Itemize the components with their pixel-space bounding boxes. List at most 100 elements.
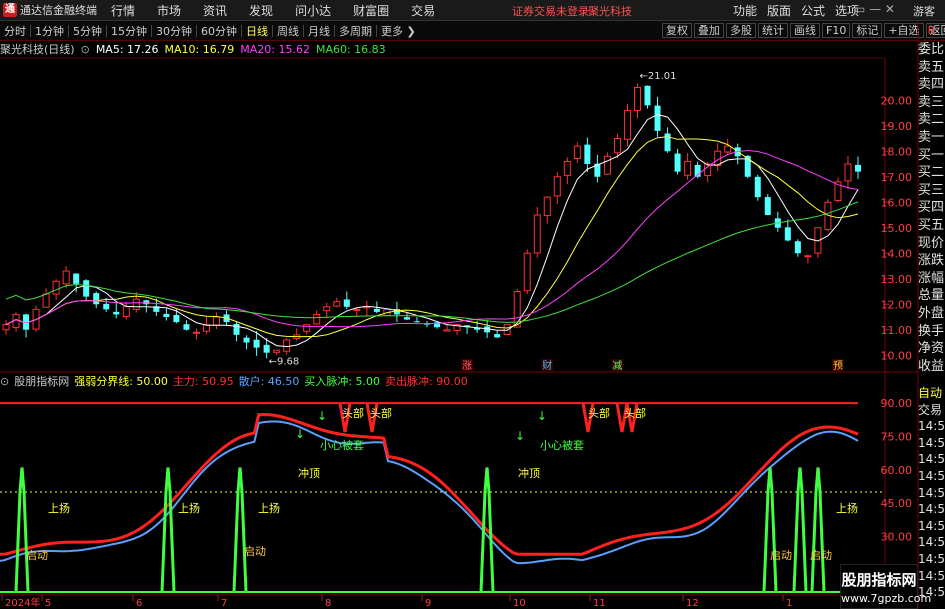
- buy-pulse-spike: [232, 467, 248, 593]
- price-tick-label: 17.00: [881, 171, 913, 184]
- candle-body: [173, 315, 180, 323]
- date-tick-label: 1: [786, 598, 792, 609]
- price-tick-label: 15.00: [881, 222, 913, 235]
- date-tick-label: 2024年: [5, 596, 40, 609]
- rise-label: 上扬: [48, 501, 70, 515]
- candle-body: [603, 155, 611, 175]
- date-tick-label: 10: [513, 598, 526, 609]
- launch-label: 启动: [26, 549, 48, 562]
- candle-body: [533, 214, 541, 254]
- rise-label: 上扬: [178, 501, 200, 515]
- price-tick-label: 13.00: [881, 273, 913, 286]
- candle-body: [333, 301, 341, 307]
- candle-body: [103, 303, 110, 310]
- top-label: 头部: [342, 406, 364, 420]
- candle-body: [854, 164, 862, 172]
- candle-body: [784, 227, 791, 241]
- date-tick-label: 6: [136, 598, 142, 609]
- candle-body: [664, 133, 671, 152]
- down-arrow-icon: ↓: [317, 409, 327, 423]
- candles: [2, 83, 862, 359]
- candle-body: [192, 331, 200, 334]
- indicator-pane: 90.0075.0060.0045.0030.00上扬 上扬 上扬 上扬启动 启动 启动启…: [0, 397, 912, 593]
- price-tick-label: 18.00: [881, 145, 913, 158]
- buy-pulse-spike: [810, 467, 826, 593]
- candle-body: [243, 337, 250, 343]
- candle-body: [403, 317, 410, 320]
- candle-body: [684, 160, 692, 176]
- watermark-url: www.7gpzb.com: [841, 592, 932, 605]
- date-tick-label: 12: [686, 598, 699, 609]
- candle-body: [844, 163, 852, 182]
- candle-body: [674, 153, 681, 172]
- candle-body: [353, 308, 361, 311]
- candle-body: [183, 324, 190, 330]
- candle-body: [73, 273, 80, 284]
- rise-label: 上扬: [836, 501, 858, 515]
- candle-body: [42, 293, 50, 308]
- candle-body: [804, 255, 812, 258]
- event-marker: 预: [833, 360, 843, 372]
- event-marker: 财: [542, 359, 552, 372]
- price-tick-label: 16.00: [881, 196, 913, 209]
- candle-body: [62, 270, 70, 285]
- price-tick-label: 14.00: [881, 247, 913, 260]
- candle-body: [52, 280, 60, 295]
- candle-body: [523, 252, 531, 292]
- date-axis: 2024年5678910111212: [1, 595, 889, 609]
- down-arrow-icon: ↓: [515, 429, 525, 443]
- candle-body: [543, 196, 551, 217]
- price-tick-label: 20.00: [881, 94, 913, 107]
- careful-label: 小心被套: [540, 439, 584, 452]
- candle-body: [563, 160, 571, 176]
- candle-body: [413, 321, 420, 323]
- candle-body: [122, 306, 130, 317]
- candle-body: [654, 105, 661, 131]
- candle-body: [212, 316, 221, 326]
- candle-body: [273, 349, 281, 353]
- candle-body: [253, 339, 260, 348]
- candle-body: [283, 339, 291, 352]
- candle-body: [623, 109, 631, 140]
- event-marker: 减: [612, 360, 622, 372]
- candle-body: [644, 85, 651, 106]
- price-tick-label: 11.00: [881, 324, 913, 337]
- buy-pulse-spike: [14, 467, 30, 593]
- rise-label: 上扬: [258, 501, 280, 515]
- candle-body: [263, 344, 270, 353]
- date-tick-label: 7: [221, 598, 227, 609]
- launch-label: 启动: [244, 545, 266, 558]
- stock-chart[interactable]: 20.00 19.00 18.00 17.00 16.00 15.00 14.00 13.00…: [0, 0, 945, 609]
- candle-body: [343, 299, 350, 307]
- low-price-label: ←9.68: [269, 356, 300, 367]
- price-tick-label: 19.00: [881, 120, 913, 133]
- price-tick-label: 10.00: [881, 349, 913, 362]
- candle-body: [503, 324, 511, 335]
- candle-body: [113, 311, 120, 315]
- candle-body: [633, 87, 641, 111]
- candle-body: [93, 293, 100, 305]
- candle-body: [83, 280, 90, 297]
- watermark: 股朋指标网 www.7gpzb.com: [840, 564, 932, 609]
- watermark-title: 股朋指标网: [841, 571, 917, 589]
- top-label: 头部: [624, 406, 646, 420]
- buy-pulse-spike: [792, 467, 808, 593]
- charge-label: 冲顶: [298, 466, 320, 480]
- date-tick-label: 8: [325, 598, 331, 609]
- candle-body: [373, 308, 380, 312]
- candle-body: [724, 145, 732, 153]
- candle-body: [584, 144, 591, 164]
- down-arrow-icon: ↓: [295, 427, 305, 441]
- high-price-label: ←21.01: [639, 71, 676, 82]
- date-tick-label: 9: [425, 598, 431, 609]
- candle-body: [754, 176, 761, 198]
- candle-body: [132, 298, 140, 310]
- date-tick-label: 5: [45, 598, 51, 609]
- event-marker: 涨: [462, 360, 472, 372]
- candle-body: [2, 324, 10, 331]
- candle-body: [443, 329, 451, 332]
- down-arrow-icon: ↓: [537, 409, 547, 423]
- candle-body: [553, 176, 561, 197]
- main-force-line: [0, 412, 859, 556]
- candle-body: [613, 138, 621, 154]
